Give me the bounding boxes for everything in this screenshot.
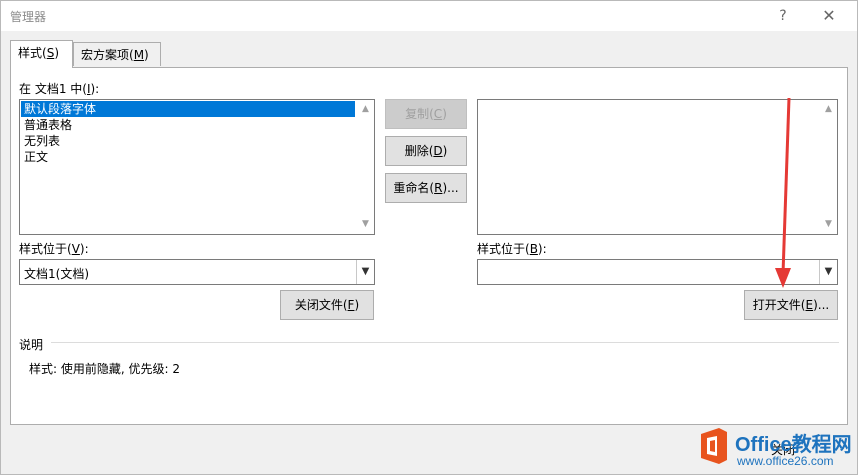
scroll-down-icon[interactable]: ▼ xyxy=(823,219,834,230)
tab-styles[interactable]: 样式(S) xyxy=(10,40,73,68)
list-item[interactable]: 正文 xyxy=(21,149,355,165)
help-button[interactable]: ? xyxy=(769,5,797,27)
rename-button[interactable]: 重命名(R)... xyxy=(385,173,467,203)
office-logo-icon xyxy=(701,428,727,464)
watermark: Office教程网 www.office26.com xyxy=(691,424,857,474)
list-item[interactable]: 普通表格 xyxy=(21,117,355,133)
open-file-button[interactable]: 打开文件(E)... xyxy=(744,290,838,320)
list-item[interactable]: 无列表 xyxy=(21,133,355,149)
title-bar: 管理器 ? ✕ xyxy=(1,1,857,31)
tab-macro-items[interactable]: 宏方案项(M) xyxy=(73,42,161,66)
description-text: 样式: 使用前隐藏, 优先级: 2 xyxy=(29,362,180,376)
watermark-brand: Office教程网 xyxy=(735,434,852,456)
styles-panel: 在 文档1 中(I): 默认段落字体 普通表格 无列表 正文 ▲ ▼ 复制(C)… xyxy=(10,67,848,425)
left-list-label: 在 文档1 中(I): xyxy=(19,82,100,96)
right-list-scrollbar[interactable]: ▲ ▼ xyxy=(820,100,837,234)
right-location-label: 样式位于(B): xyxy=(477,242,547,256)
scroll-up-icon[interactable]: ▲ xyxy=(823,104,834,115)
scroll-up-icon[interactable]: ▲ xyxy=(360,104,371,115)
description-label: 说明 xyxy=(19,338,44,352)
chevron-down-icon[interactable]: ▼ xyxy=(356,260,374,284)
window-title: 管理器 xyxy=(10,10,47,24)
chevron-down-icon[interactable]: ▼ xyxy=(819,260,837,284)
manager-dialog: 管理器 ? ✕ 样式(S) 宏方案项(M) 在 文档1 中(I): 默认段落字体… xyxy=(0,0,858,475)
right-location-combo[interactable]: ▼ xyxy=(477,259,838,285)
watermark-url: www.office26.com xyxy=(737,454,834,468)
right-style-list[interactable]: ▲ ▼ xyxy=(477,99,838,235)
copy-button[interactable]: 复制(C) xyxy=(385,99,467,129)
scroll-down-icon[interactable]: ▼ xyxy=(360,219,371,230)
close-file-button[interactable]: 关闭文件(F) xyxy=(280,290,374,320)
description-divider xyxy=(51,342,839,343)
left-location-label: 样式位于(V): xyxy=(19,242,89,256)
left-style-list[interactable]: 默认段落字体 普通表格 无列表 正文 ▲ ▼ xyxy=(19,99,375,235)
delete-button[interactable]: 删除(D) xyxy=(385,136,467,166)
left-location-combo[interactable]: 文档1(文档) ▼ xyxy=(19,259,375,285)
left-location-value: 文档1(文档) xyxy=(24,267,89,281)
left-list-scrollbar[interactable]: ▲ ▼ xyxy=(357,100,374,234)
close-window-button[interactable]: ✕ xyxy=(815,5,843,27)
list-item[interactable]: 默认段落字体 xyxy=(21,101,355,117)
